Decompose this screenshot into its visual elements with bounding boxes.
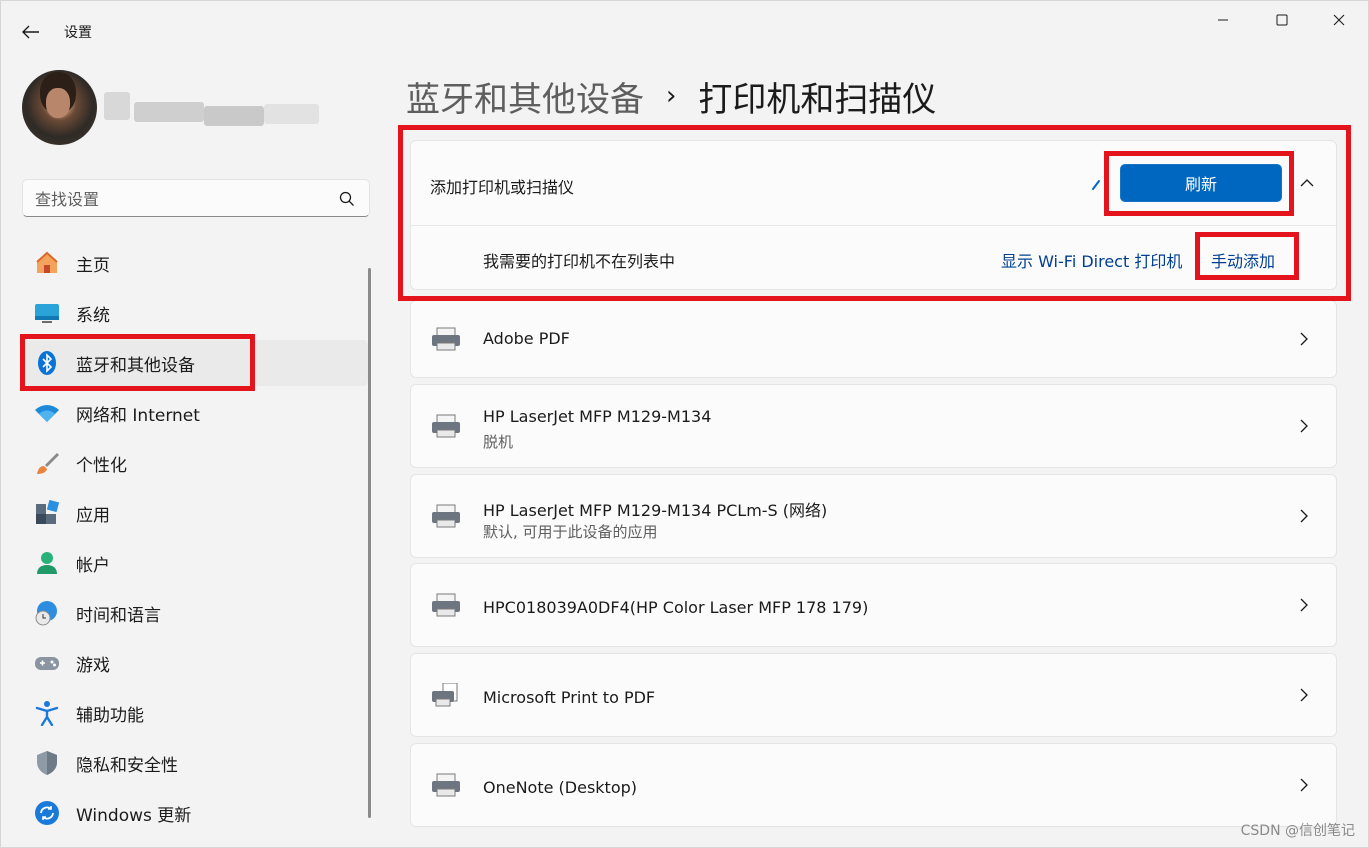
sidebar-item-label: 应用: [76, 505, 110, 526]
printer-name: Microsoft Print to PDF: [483, 688, 656, 707]
sidebar-item-apps[interactable]: 应用: [22, 490, 368, 536]
search-icon: [339, 191, 354, 206]
chevron-right-icon: [1300, 598, 1308, 612]
sidebar-nav: 主页 系统 蓝牙和其他设备 网络和 Internet 个性化 应用 帐户 时间和…: [22, 240, 368, 840]
printer-name: OneNote (Desktop): [483, 778, 638, 797]
divider: [411, 225, 1336, 226]
printer-item-hp-laserjet[interactable]: HP LaserJet MFP M129-M134 脱机: [410, 384, 1337, 468]
add-printer-title: 添加打印机或扫描仪: [430, 178, 575, 197]
update-icon: [34, 800, 60, 826]
sidebar-item-label: 主页: [76, 255, 110, 276]
printer-status: 默认, 可用于此设备的应用: [483, 523, 658, 541]
breadcrumb: 蓝牙和其他设备 › 打印机和扫描仪: [406, 70, 936, 122]
bluetooth-icon: [34, 350, 60, 376]
sidebar-item-label: Windows 更新: [76, 805, 192, 826]
printer-name: Adobe PDF: [483, 329, 570, 348]
printer-icon: [432, 773, 460, 797]
shield-icon: [34, 750, 60, 776]
add-printer-card: 添加打印机或扫描仪 刷新 我需要的打印机不在列表中 显示 Wi-Fi Direc…: [410, 140, 1337, 290]
home-icon: [34, 250, 60, 276]
sidebar-item-gaming[interactable]: 游戏: [22, 640, 368, 686]
printer-status: 脱机: [483, 433, 514, 451]
search-input[interactable]: [35, 188, 335, 210]
not-listed-label: 我需要的打印机不在列表中: [483, 252, 676, 271]
sidebar-item-label: 蓝牙和其他设备: [76, 355, 195, 376]
title-bar: 设置: [0, 0, 1369, 62]
sidebar-item-system[interactable]: 系统: [22, 290, 368, 336]
loading-spinner-icon: [1092, 180, 1100, 190]
chevron-right-icon: [1300, 688, 1308, 702]
sidebar-item-label: 游戏: [76, 655, 110, 676]
page-title: 打印机和扫描仪: [698, 79, 937, 120]
sidebar-item-label: 个性化: [76, 455, 127, 476]
avatar[interactable]: [22, 70, 97, 145]
account-icon: [34, 550, 60, 576]
back-button[interactable]: [18, 20, 44, 44]
chevron-right-icon: [1300, 419, 1308, 433]
chevron-up-icon[interactable]: [1298, 174, 1316, 192]
sidebar-item-label: 辅助功能: [76, 705, 144, 726]
close-button[interactable]: [1316, 6, 1362, 34]
sidebar-item-network[interactable]: 网络和 Internet: [22, 390, 368, 436]
sidebar-item-label: 帐户: [76, 555, 110, 576]
printer-icon: [432, 414, 460, 438]
pdf-printer-icon: [432, 683, 458, 707]
manual-add-link[interactable]: 手动添加: [1211, 248, 1275, 272]
gamepad-icon: [34, 650, 60, 676]
wifi-direct-link[interactable]: 显示 Wi-Fi Direct 打印机: [1001, 248, 1182, 272]
chevron-right-icon: [1300, 509, 1308, 523]
printer-icon: [432, 593, 460, 617]
sidebar-item-home[interactable]: 主页: [22, 240, 368, 286]
sidebar-item-label: 时间和语言: [76, 605, 161, 626]
maximize-icon: [1276, 14, 1288, 26]
printer-name: HPC018039A0DF4(HP Color Laser MFP 178 17…: [483, 598, 869, 617]
maximize-button[interactable]: [1259, 6, 1305, 34]
sidebar-item-label: 网络和 Internet: [76, 405, 200, 426]
printer-icon: [432, 504, 460, 528]
search-box[interactable]: [22, 179, 370, 217]
user-name-blurred: [104, 92, 319, 130]
printer-name: HP LaserJet MFP M129-M134 PCLm-S (网络): [483, 501, 828, 520]
printer-item-hp-laserjet-pclm[interactable]: HP LaserJet MFP M129-M134 PCLm-S (网络) 默认…: [410, 474, 1337, 558]
printer-item-microsoft-print-to-pdf[interactable]: Microsoft Print to PDF: [410, 653, 1337, 737]
sidebar-item-label: 隐私和安全性: [76, 755, 178, 776]
close-icon: [1333, 14, 1345, 26]
sidebar-item-privacy[interactable]: 隐私和安全性: [22, 740, 368, 786]
sidebar-item-label: 系统: [76, 305, 110, 326]
sidebar-item-time-language[interactable]: 时间和语言: [22, 590, 368, 636]
accessibility-icon: [34, 700, 60, 726]
wifi-icon: [34, 400, 60, 426]
breadcrumb-separator: ›: [666, 81, 677, 111]
printer-name: HP LaserJet MFP M129-M134: [483, 407, 712, 426]
sidebar-item-accounts[interactable]: 帐户: [22, 540, 368, 586]
minimize-button[interactable]: [1200, 6, 1246, 34]
system-icon: [34, 300, 60, 326]
printer-item-hpc018039a0df4[interactable]: HPC018039A0DF4(HP Color Laser MFP 178 17…: [410, 563, 1337, 647]
sidebar-item-windows-update[interactable]: Windows 更新: [22, 790, 368, 836]
breadcrumb-parent[interactable]: 蓝牙和其他设备: [406, 72, 644, 121]
printer-icon: [432, 327, 460, 351]
chevron-right-icon: [1300, 332, 1308, 346]
sidebar-item-accessibility[interactable]: 辅助功能: [22, 690, 368, 736]
chevron-right-icon: [1300, 778, 1308, 792]
sidebar-item-personalization[interactable]: 个性化: [22, 440, 368, 486]
printer-item-adobe-pdf[interactable]: Adobe PDF: [410, 300, 1337, 378]
sidebar-scrollbar[interactable]: [368, 268, 371, 818]
brush-icon: [34, 450, 60, 476]
refresh-button[interactable]: 刷新: [1120, 164, 1282, 202]
watermark: CSDN @信创笔记: [1240, 823, 1355, 839]
minimize-icon: [1218, 19, 1228, 21]
printer-item-onenote[interactable]: OneNote (Desktop): [410, 743, 1337, 827]
sidebar-item-bluetooth[interactable]: 蓝牙和其他设备: [22, 340, 368, 386]
arrow-left-icon: [22, 25, 39, 39]
globe-clock-icon: [34, 600, 60, 626]
apps-icon: [34, 500, 60, 526]
app-title: 设置: [64, 25, 92, 41]
